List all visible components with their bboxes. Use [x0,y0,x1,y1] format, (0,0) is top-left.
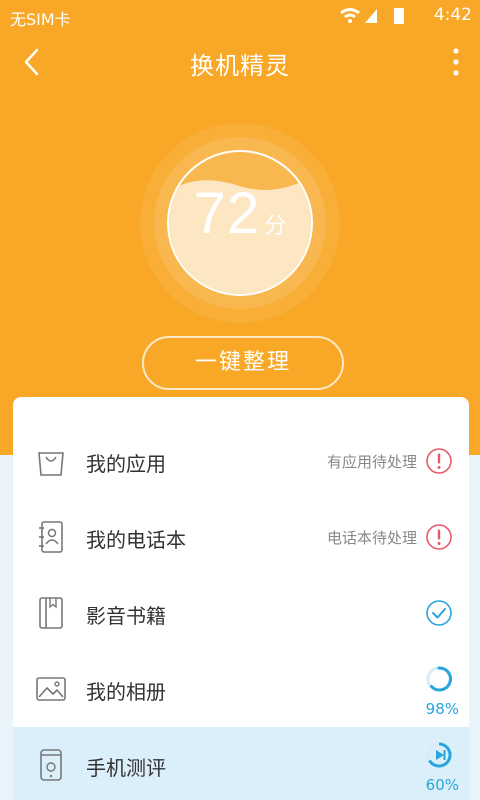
battery-icon [394,8,404,24]
list-item-status: 电话本待处理 [326,529,417,547]
score-display: 72 分 [139,180,341,247]
phone-test-icon [40,749,62,781]
list-item-label: 手机测评 [86,756,166,780]
more-options-icon[interactable] [446,44,466,80]
check-icon [426,600,452,626]
play-progress-icon [426,742,452,768]
list-item-label: 我的电话本 [86,528,186,552]
one-key-organize-button[interactable]: 一键整理 [142,336,344,390]
list-item-label: 我的相册 [86,680,166,704]
list-item-media-books[interactable]: 影音书籍 [13,575,469,651]
list-item-label: 影音书籍 [86,604,166,628]
image-icon [36,677,66,701]
wifi-icon [340,8,360,23]
item-list-card: 我的应用 有应用待处理 我的电话本 电话本待处理 影音书籍 我的相册 98% 手… [13,397,469,800]
list-item-status: 有应用待处理 [326,453,417,471]
warning-icon [426,448,452,474]
loading-spinner-icon [426,666,452,692]
list-item-phone-test[interactable]: 手机测评 60% [13,727,469,800]
progress-percent: 60% [425,776,459,794]
list-item-apps[interactable]: 我的应用 有应用待处理 [13,423,469,499]
signal-icons [340,8,404,24]
page-title: 换机精灵 [190,52,290,80]
list-item-contacts[interactable]: 我的电话本 电话本待处理 [13,499,469,575]
status-bar: 无SIM卡 4:42 [0,0,480,32]
score-unit: 分 [264,214,287,239]
clock: 4:42 [433,5,472,25]
score-value: 72 [193,181,261,246]
list-item-label: 我的应用 [86,452,166,476]
cellular-signal-icon [365,9,377,23]
app-bar: 换机精灵 [0,32,480,92]
warning-icon [426,524,452,550]
carrier-label: 无SIM卡 [10,10,71,29]
shopping-bag-icon [38,452,64,476]
progress-percent: 98% [425,700,459,718]
contacts-book-icon [39,521,63,553]
book-icon [39,597,63,629]
list-item-photos[interactable]: 我的相册 98% [13,651,469,727]
